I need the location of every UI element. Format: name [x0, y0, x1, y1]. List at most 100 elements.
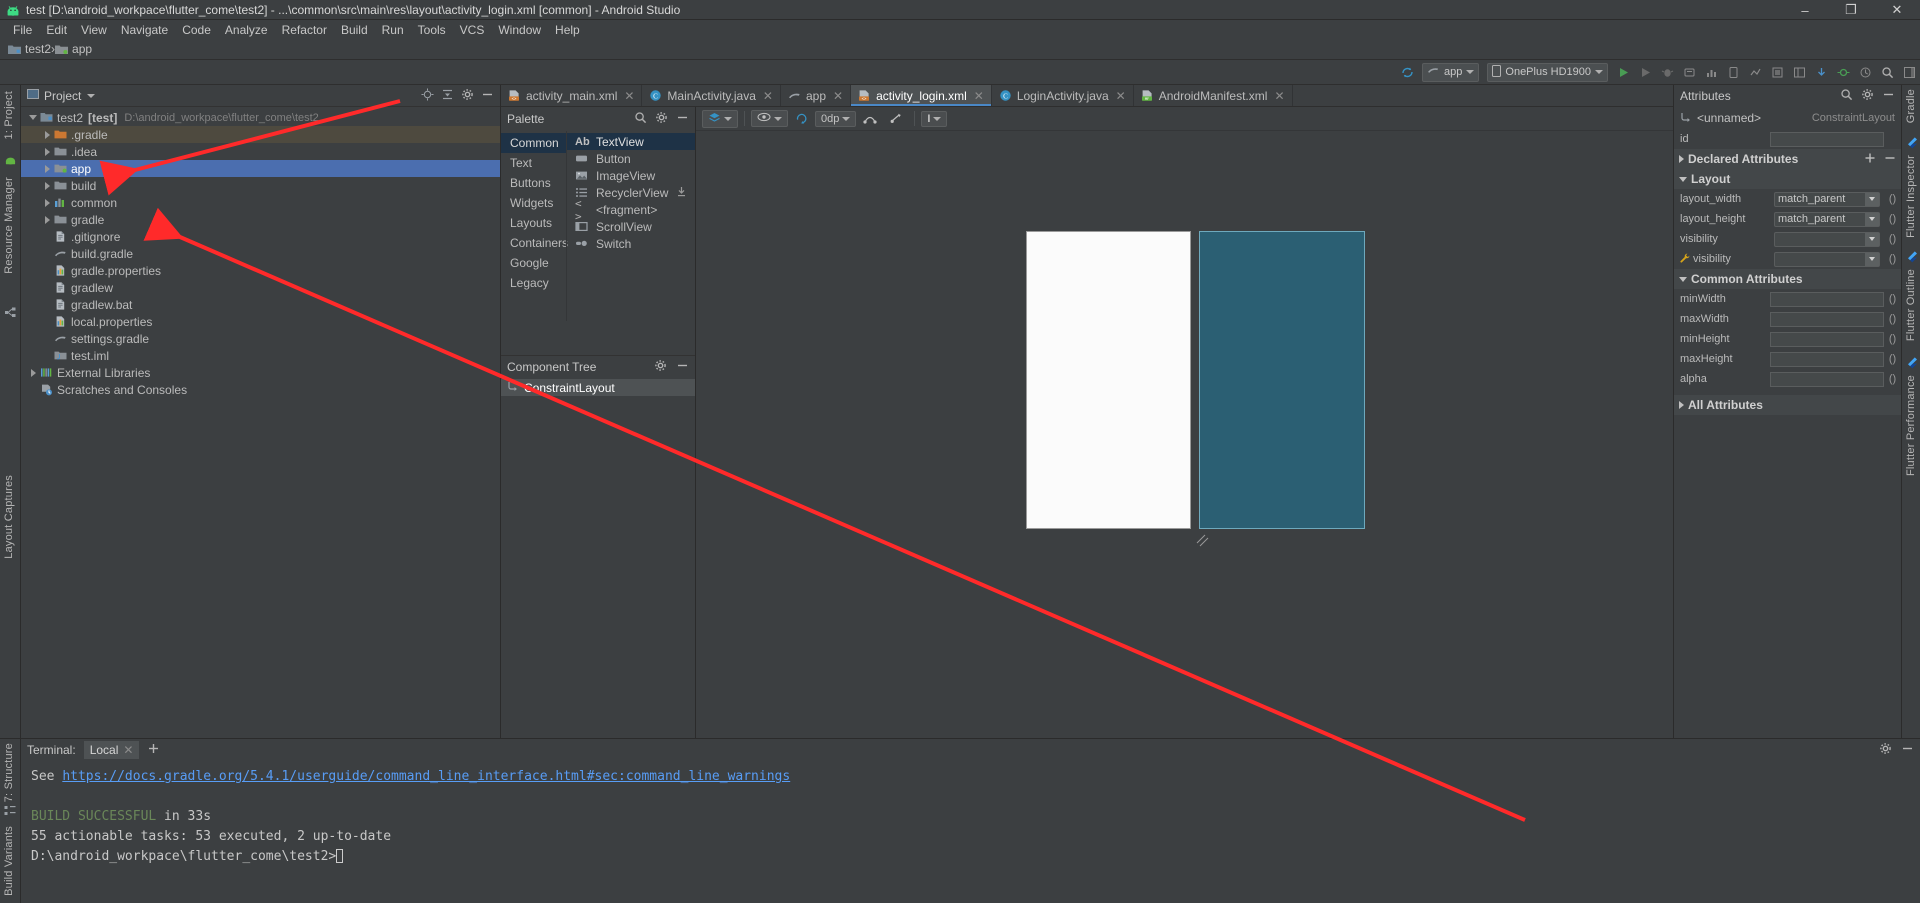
- tree-row[interactable]: External Libraries: [21, 364, 500, 381]
- menu-item-tools[interactable]: Tools: [411, 22, 453, 38]
- tree-row[interactable]: test.iml: [21, 347, 500, 364]
- maximize-button[interactable]: ❐: [1828, 0, 1874, 20]
- module-selector[interactable]: app: [1422, 62, 1480, 82]
- section-layout[interactable]: Layout: [1674, 169, 1901, 189]
- component-tree-body[interactable]: ConstraintLayout: [501, 377, 695, 396]
- palette-category-widgets[interactable]: Widgets: [501, 193, 566, 213]
- menu-item-code[interactable]: Code: [175, 22, 218, 38]
- chevron-right-icon[interactable]: [41, 194, 53, 211]
- palette-category-containers[interactable]: Containers: [501, 233, 568, 253]
- tree-row[interactable]: app: [21, 160, 500, 177]
- remove-attribute-button[interactable]: [1884, 152, 1896, 167]
- attribute-input-maxwidth[interactable]: [1770, 311, 1884, 327]
- chevron-right-icon[interactable]: [27, 364, 39, 381]
- tree-row[interactable]: Scratches and Consoles: [21, 381, 500, 398]
- locate-icon[interactable]: [421, 88, 434, 104]
- rail-item-flutter-performance[interactable]: Flutter Performance: [1905, 375, 1917, 479]
- editor-tab-androidmanifest-xml[interactable]: MF AndroidManifest.xml ✕: [1134, 85, 1293, 106]
- close-icon[interactable]: ✕: [624, 89, 634, 103]
- close-icon[interactable]: ✕: [1116, 89, 1126, 103]
- attach-debugger-icon[interactable]: [1678, 62, 1700, 82]
- tree-row[interactable]: gradle: [21, 211, 500, 228]
- view-options-selector[interactable]: [751, 110, 788, 127]
- default-margin-selector[interactable]: 0dp: [815, 110, 857, 127]
- layout-inspector-icon[interactable]: [1766, 62, 1788, 82]
- gear-icon[interactable]: [1861, 88, 1874, 104]
- constraint-link-icon[interactable]: (): [1888, 333, 1897, 345]
- attribute-input-minwidth[interactable]: [1770, 291, 1884, 307]
- minimize-button[interactable]: –: [1782, 0, 1828, 20]
- layout-toggle-icon[interactable]: [1898, 62, 1920, 82]
- section-all-attributes[interactable]: All Attributes: [1674, 395, 1901, 415]
- menu-item-run[interactable]: Run: [375, 22, 411, 38]
- sync-gradle-icon[interactable]: [1396, 62, 1418, 82]
- collapse-all-icon[interactable]: [441, 88, 454, 104]
- tree-row[interactable]: build: [21, 177, 500, 194]
- tree-row[interactable]: settings.gradle: [21, 330, 500, 347]
- sdk-manager-icon[interactable]: [1744, 62, 1766, 82]
- palette-item-button[interactable]: Button: [567, 150, 695, 167]
- gear-icon[interactable]: [654, 359, 667, 375]
- palette-items[interactable]: Ab TextView Button ImageView RecyclerView < >…: [566, 131, 695, 321]
- resize-handle[interactable]: [1196, 534, 1210, 551]
- section-common-attributes[interactable]: Common Attributes: [1674, 269, 1901, 289]
- constraint-link-icon[interactable]: (): [1888, 353, 1897, 365]
- palette-item-fragment[interactable]: < > <fragment>: [567, 197, 695, 223]
- hide-panel-icon[interactable]: [1882, 88, 1895, 104]
- hide-panel-icon[interactable]: [481, 88, 494, 104]
- project-structure-icon[interactable]: [1788, 62, 1810, 82]
- tree-row[interactable]: gradlew: [21, 279, 500, 296]
- tree-row[interactable]: local.properties: [21, 313, 500, 330]
- close-icon[interactable]: ✕: [763, 89, 773, 103]
- palette-category-google[interactable]: Google: [501, 253, 566, 273]
- chevron-down-icon[interactable]: [1865, 192, 1879, 206]
- palette-item-switch[interactable]: Switch: [567, 235, 695, 252]
- hide-panel-icon[interactable]: [676, 111, 689, 127]
- auto-connect-icon[interactable]: [858, 111, 882, 126]
- vcs-commit-icon[interactable]: [1832, 62, 1854, 82]
- close-icon[interactable]: ✕: [974, 89, 984, 103]
- new-terminal-button[interactable]: [147, 742, 160, 758]
- gear-icon[interactable]: [655, 111, 668, 127]
- attribute-input-alpha[interactable]: [1770, 371, 1884, 387]
- chevron-right-icon[interactable]: [41, 126, 53, 143]
- id-input[interactable]: [1770, 131, 1884, 147]
- component-tree-item-constraintlayout[interactable]: ConstraintLayout: [501, 379, 695, 396]
- breadcrumb-item-module[interactable]: app: [55, 42, 92, 56]
- editor-tab-mainactivity-java[interactable]: C MainActivity.java ✕: [642, 85, 781, 106]
- rendered-preview-surface[interactable]: [1026, 231, 1191, 529]
- palette-category-buttons[interactable]: Buttons: [501, 173, 566, 193]
- attribute-input-minheight[interactable]: [1770, 331, 1884, 347]
- download-icon[interactable]: [676, 186, 687, 200]
- debug-icon[interactable]: [1656, 62, 1678, 82]
- palette-category-text[interactable]: Text: [501, 153, 566, 173]
- palette-categories[interactable]: Common Text Buttons Widgets Layouts Container…: [501, 131, 568, 321]
- clear-constraints-icon[interactable]: [884, 111, 908, 126]
- close-icon[interactable]: ✕: [123, 743, 133, 757]
- chevron-right-icon[interactable]: [41, 143, 53, 160]
- close-button[interactable]: ✕: [1874, 0, 1920, 20]
- rail-item-flutter-inspector[interactable]: Flutter Inspector: [1905, 155, 1917, 241]
- vcs-update-icon[interactable]: [1810, 62, 1832, 82]
- search-everywhere-icon[interactable]: [1876, 62, 1898, 82]
- palette-item-imageview[interactable]: ImageView: [567, 167, 695, 184]
- rail-item-flutter-outline[interactable]: Flutter Outline: [1905, 269, 1917, 344]
- attribute-input-layout_height[interactable]: match_parent: [1774, 211, 1880, 227]
- add-attribute-button[interactable]: [1864, 152, 1876, 167]
- close-icon[interactable]: ✕: [1274, 89, 1284, 103]
- tree-row[interactable]: .gradle: [21, 126, 500, 143]
- search-icon[interactable]: [1840, 88, 1853, 104]
- attribute-input-maxheight[interactable]: [1770, 351, 1884, 367]
- run-button[interactable]: [1612, 62, 1634, 82]
- refresh-layout-icon[interactable]: [790, 111, 813, 126]
- tree-row[interactable]: .gitignore: [21, 228, 500, 245]
- menu-item-analyze[interactable]: Analyze: [218, 22, 275, 38]
- vcs-history-icon[interactable]: [1854, 62, 1876, 82]
- tree-row[interactable]: test2 [test] D:\android_workpace\flutter_c…: [21, 109, 500, 126]
- constraint-link-icon[interactable]: (): [1888, 253, 1897, 265]
- breadcrumb-item-project[interactable]: test2: [8, 42, 51, 56]
- blueprint-preview-surface[interactable]: [1199, 231, 1365, 529]
- chevron-down-icon[interactable]: [87, 93, 96, 98]
- editor-tab-activity-login-xml[interactable]: <> activity_login.xml ✕: [851, 85, 992, 106]
- attribute-input-layout_width[interactable]: match_parent: [1774, 191, 1880, 207]
